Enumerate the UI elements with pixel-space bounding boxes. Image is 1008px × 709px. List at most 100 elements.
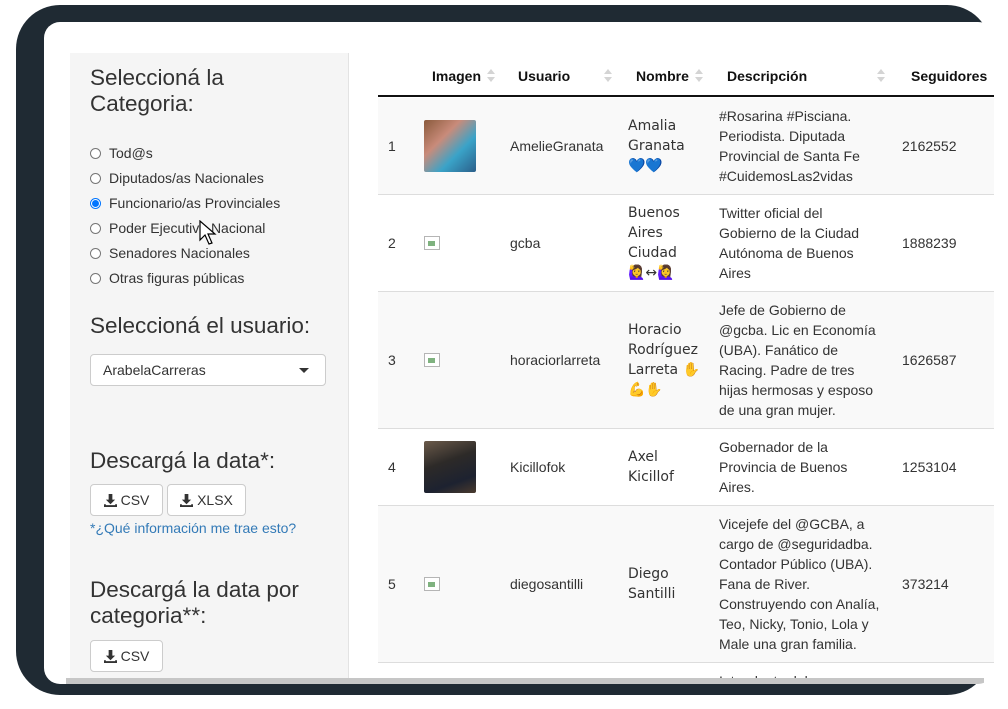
download-icon (103, 649, 117, 663)
description-line: @gcba. Lic en Economía (719, 322, 876, 338)
sort-icon[interactable] (695, 69, 703, 83)
radio-button[interactable] (90, 272, 101, 284)
name-cell: Amalia Granata 💙💙 (628, 116, 716, 176)
followers-cell: 1626587 (902, 352, 957, 368)
followers-cell: 2162552 (902, 138, 957, 154)
description-line: de una gran mujer. (719, 402, 836, 418)
category-option-label: Otras figuras públicas (109, 270, 245, 286)
name-line: Kicillof (628, 469, 674, 485)
name-line: Rodríguez (628, 342, 698, 358)
xlsx-label: XLSX (197, 492, 233, 508)
description-line: Vicejefe del @GCBA, a (719, 516, 865, 532)
category-option[interactable]: Otras figuras públicas (90, 268, 244, 288)
category-option-label: Senadores Nacionales (109, 245, 250, 261)
name-cell: Diego Santilli (628, 564, 716, 604)
sidebar-panel: Seleccioná la Categoria: Tod@s Diputados/… (70, 53, 349, 684)
sort-icon[interactable] (487, 69, 495, 83)
name-line: Granata (628, 138, 685, 154)
name-line: 🙋‍♀️↔🙋‍♀️ (628, 265, 675, 281)
header-seguidores[interactable]: Seguidores (911, 68, 987, 84)
followers-cell: 1888239 (902, 235, 957, 251)
name-line: Buenos (628, 205, 680, 221)
description-line: #CuidemosLas2vidas (719, 168, 853, 184)
name-line: Larreta ✋ (628, 362, 700, 378)
description-cell: Gobernador de la Provincia de Buenos Aires… (719, 437, 885, 497)
category-option[interactable]: Diputados/as Nacionales (90, 168, 264, 188)
category-option[interactable]: Senadores Nacionales (90, 243, 250, 263)
description-line: Twitter oficial del (719, 205, 823, 221)
user-select-value: ArabelaCarreras (103, 362, 206, 378)
sort-icon[interactable] (604, 69, 612, 83)
header-imagen[interactable]: Imagen (432, 68, 481, 84)
category-heading: Seleccioná la Categoria: (90, 65, 224, 116)
table-row[interactable]: 4 Kicillofok Axel Kicillof Gobernador de la P… (378, 429, 994, 506)
mouse-cursor-icon (199, 220, 217, 245)
row-number: 5 (388, 576, 396, 592)
device-frame: Seleccioná la Categoria: Tod@s Diputados/… (16, 5, 994, 695)
table-row[interactable]: 2 gcba Buenos Aires Ciudad 🙋‍♀️↔🙋‍♀️ Twitter o… (378, 195, 994, 292)
name-cell: Horacio Rodríguez Larreta ✋ 💪✋ (628, 320, 716, 400)
row-number: 4 (388, 459, 396, 475)
table-header: Imagen Usuario Nombre Descripción Seguid… (378, 53, 994, 97)
name-line: Horacio (628, 322, 682, 338)
category-option[interactable]: Poder Ejecutivo Nacional (90, 218, 265, 238)
category-option-label: Diputados/as Nacionales (109, 170, 264, 186)
description-line: (UBA). Fanático de (719, 342, 839, 358)
description-line: Gobierno de la Ciudad (719, 225, 860, 241)
followers-cell: 373214 (902, 576, 949, 592)
category-option-label: Tod@s (109, 145, 153, 161)
category-option-label: Poder Ejecutivo Nacional (109, 220, 266, 236)
description-line: Fana de River. (719, 576, 811, 592)
app-screen: Seleccioná la Categoria: Tod@s Diputados/… (44, 22, 994, 684)
header-nombre[interactable]: Nombre (636, 68, 689, 84)
description-line: Contador Público (UBA). (719, 556, 873, 572)
description-cell: Vicejefe del @GCBA, a cargo de @seguridad… (719, 514, 885, 654)
sort-icon[interactable] (877, 69, 885, 83)
broken-image-icon (424, 577, 440, 591)
user-select[interactable]: ArabelaCarreras (90, 354, 326, 386)
download-icon (180, 493, 194, 507)
description-line: Periodista. Diputada (719, 128, 846, 144)
name-line: Ciudad (628, 245, 677, 261)
description-line: Gobernador de la (719, 439, 828, 455)
username-cell: horaciorlarreta (510, 352, 601, 368)
username-cell: Kicillofok (510, 459, 566, 475)
info-link[interactable]: *¿Qué información me trae esto? (90, 520, 296, 536)
download-category-csv-button[interactable]: CSV (90, 640, 163, 672)
name-line: 💙💙 (628, 158, 663, 174)
radio-button[interactable] (90, 197, 101, 209)
description-line: Racing. Padre de tres (719, 362, 855, 378)
csv-label: CSV (120, 492, 150, 508)
table-row[interactable]: 5 diegosantilli Diego Santilli Vicejefe del … (378, 506, 994, 663)
description-line: Teo, Nicky, Tonio, Lola y (719, 616, 869, 632)
category-option-label: Funcionario/as Provinciales (109, 195, 281, 211)
download-csv-button[interactable]: CSV (90, 484, 163, 516)
description-line: cargo de @seguridadba. (719, 536, 873, 552)
name-line: Diego (628, 566, 669, 582)
description-line: Male una gran familia. (719, 636, 857, 652)
users-table: Imagen Usuario Nombre Descripción Seguid… (378, 53, 994, 684)
header-usuario[interactable]: Usuario (518, 68, 570, 84)
horizontal-scrollbar[interactable] (66, 678, 984, 684)
chevron-down-icon (299, 368, 309, 373)
category-option[interactable]: Funcionario/as Provinciales (90, 193, 280, 213)
download-heading: Descargá la data*: (90, 448, 276, 473)
profile-image (424, 441, 476, 493)
download-xlsx-button[interactable]: XLSX (167, 484, 246, 516)
name-cell: Buenos Aires Ciudad 🙋‍♀️↔🙋‍♀️ (628, 203, 716, 283)
row-number: 1 (388, 138, 396, 154)
radio-button[interactable] (90, 147, 101, 159)
radio-button[interactable] (90, 172, 101, 184)
download-icon (103, 493, 117, 507)
row-number: 3 (388, 352, 396, 368)
category-option[interactable]: Tod@s (90, 143, 153, 163)
name-line: Santilli (628, 586, 676, 602)
description-line: #Rosarina #Pisciana. (719, 108, 852, 124)
table-row[interactable]: 3 horaciorlarreta Horacio Rodríguez Larreta … (378, 292, 994, 429)
radio-button[interactable] (90, 222, 101, 234)
name-line: Aires (628, 225, 663, 241)
radio-button[interactable] (90, 247, 101, 259)
header-descripcion[interactable]: Descripción (727, 68, 807, 84)
table-row[interactable]: 1 AmelieGranata Amalia Granata 💙💙 #Rosarina #… (378, 98, 994, 195)
csv-label: CSV (120, 648, 150, 664)
